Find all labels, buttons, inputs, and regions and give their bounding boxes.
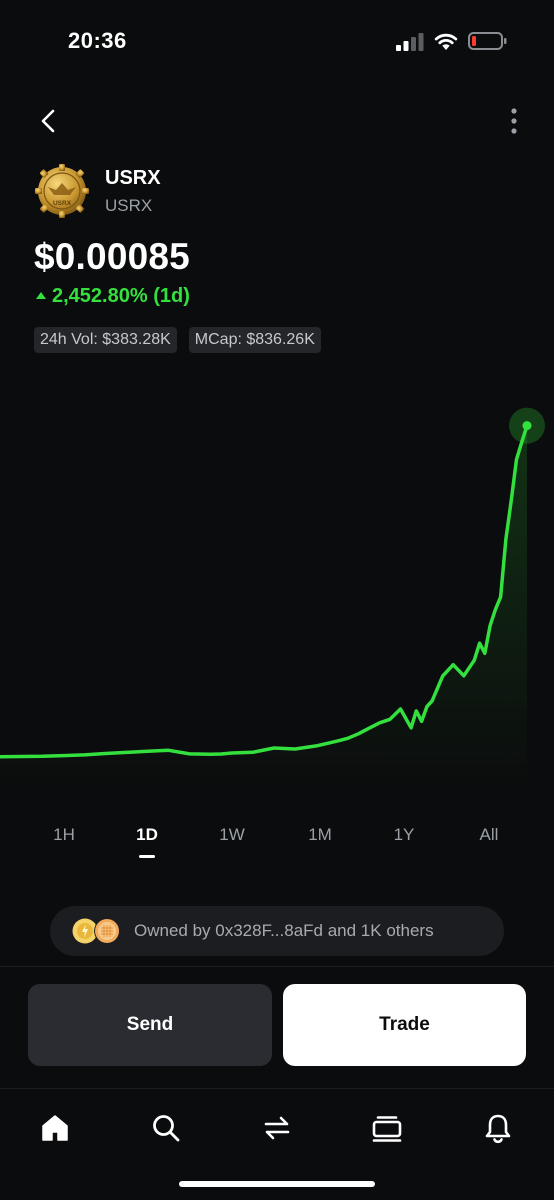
owners-pill[interactable]: Owned by 0x328F...8aFd and 1K others <box>50 906 504 956</box>
owner-avatars <box>72 918 126 944</box>
range-tab-1w[interactable]: 1W <box>219 825 245 845</box>
market-cap-badge: MCap: $836.26K <box>188 327 321 353</box>
owner-avatar-icon <box>94 918 120 944</box>
price-change-value: 2,452.80% (1d) <box>52 285 190 307</box>
up-arrow-icon <box>36 292 46 299</box>
battery-icon <box>468 32 507 50</box>
svg-text:USRX: USRX <box>53 200 72 207</box>
chart-area-fill <box>0 425 527 790</box>
range-selected-indicator <box>139 855 155 858</box>
range-tab-1m[interactable]: 1M <box>308 825 332 845</box>
activity-icon[interactable] <box>371 1112 403 1144</box>
token-logo: USRX <box>35 164 89 218</box>
token-stats: 24h Vol: $383.28K MCap: $836.26K <box>34 327 321 353</box>
token-symbol: USRX <box>105 196 153 215</box>
trade-button[interactable]: Trade <box>283 984 526 1066</box>
token-price: $0.00085 <box>34 236 190 277</box>
bell-icon[interactable] <box>482 1112 514 1144</box>
more-options-button[interactable] <box>500 104 528 138</box>
search-icon[interactable] <box>150 1112 182 1144</box>
home-icon[interactable] <box>39 1112 71 1144</box>
range-tab-1h[interactable]: 1H <box>53 825 75 845</box>
status-bar: 20:36 <box>0 0 554 80</box>
home-indicator <box>179 1181 375 1187</box>
token-name: USRX <box>105 167 161 189</box>
owners-text: Owned by 0x328F...8aFd and 1K others <box>134 921 434 940</box>
range-tab-1y[interactable]: 1Y <box>394 825 415 845</box>
swap-icon[interactable] <box>261 1112 293 1144</box>
volume-badge: 24h Vol: $383.28K <box>34 327 177 353</box>
price-chart[interactable] <box>0 390 554 790</box>
back-button[interactable] <box>34 104 66 138</box>
chart-current-point <box>522 421 532 431</box>
cellular-signal-icon <box>396 33 424 51</box>
tabbar-divider <box>0 1088 554 1089</box>
time-range-tabs: 1H 1D 1W 1M 1Y All <box>20 820 534 864</box>
price-change: 2,452.80% (1d) <box>36 285 190 308</box>
divider <box>0 966 554 967</box>
range-tab-1d[interactable]: 1D <box>136 825 158 845</box>
wifi-icon <box>434 33 458 50</box>
send-button[interactable]: Send <box>28 984 272 1066</box>
range-tab-all[interactable]: All <box>480 825 499 845</box>
status-time: 20:36 <box>68 28 127 53</box>
